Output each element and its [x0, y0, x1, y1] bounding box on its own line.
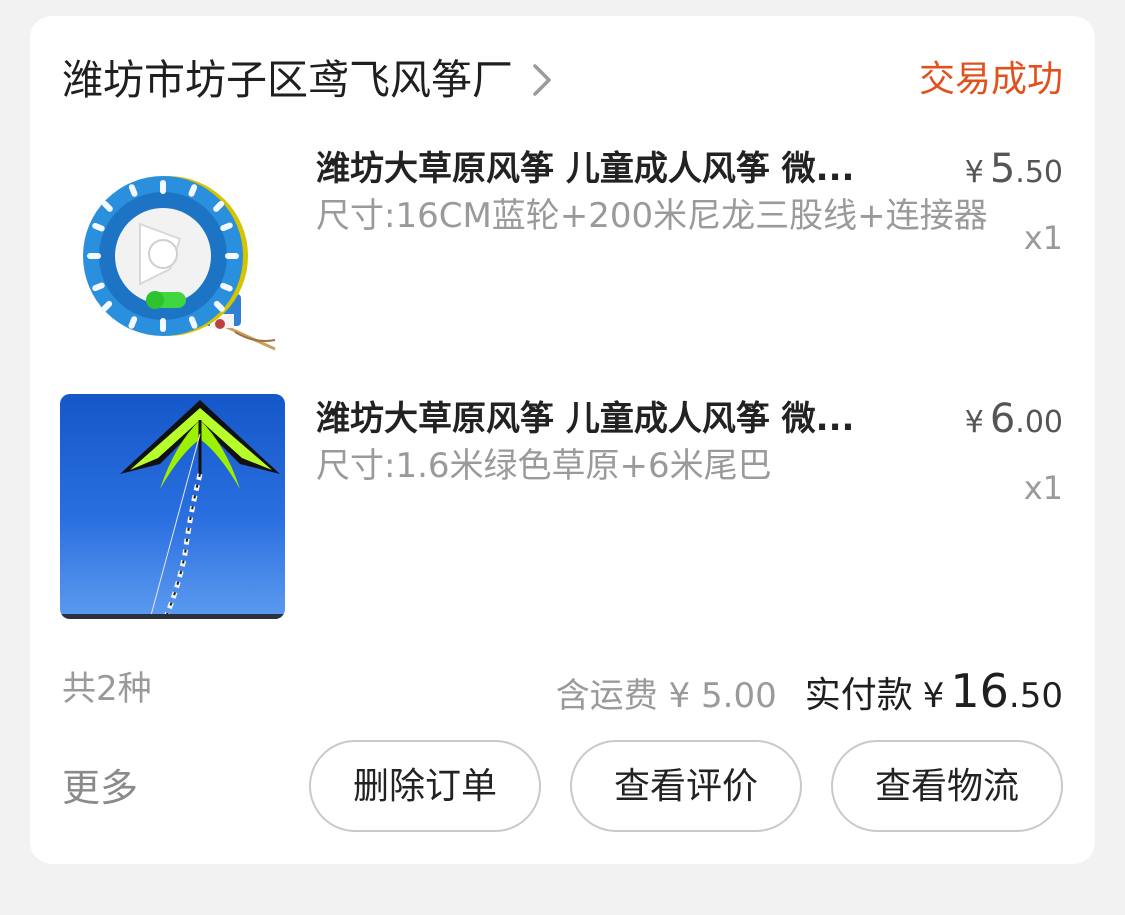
item-title: 潍坊大草原风筝 儿童成人风筝 微...: [316, 149, 855, 189]
item-spec: 尺寸:16CM蓝轮+200米尼龙三股线+连接器: [316, 196, 988, 236]
item-count: 共2种: [62, 669, 152, 709]
view-logistics-button[interactable]: 查看物流: [831, 740, 1063, 832]
order-totals: 含运费 ¥ 5.00 实付款 ¥16.50: [556, 666, 1063, 721]
price-currency: ¥: [964, 155, 984, 190]
order-card: 潍坊市坊子区鸢飞风筝厂 交易成功 潍坊大草原风筝 儿童成人风筝 微... 尺寸:…: [30, 16, 1095, 864]
order-item[interactable]: 潍坊大草原风筝 儿童成人风筝 微... 尺寸:1.6米绿色草原+6米尾巴 ¥6.…: [60, 394, 1063, 619]
price-integer: 5: [989, 146, 1016, 192]
shop-header: 潍坊市坊子区鸢飞风筝厂 交易成功: [62, 50, 1063, 110]
price-currency: ¥: [964, 405, 984, 440]
item-quantity: x1: [1023, 469, 1063, 507]
order-item[interactable]: 潍坊大草原风筝 儿童成人风筝 微... 尺寸:16CM蓝轮+200米尼龙三股线+…: [60, 144, 1063, 369]
item-title: 潍坊大草原风筝 儿童成人风筝 微...: [316, 399, 855, 439]
item-spec: 尺寸:1.6米绿色草原+6米尾巴: [316, 446, 772, 486]
shipping-fee: 含运费 ¥ 5.00: [555, 676, 777, 716]
more-button[interactable]: 更多: [62, 761, 138, 815]
delete-order-button[interactable]: 删除订单: [309, 740, 541, 832]
kite-reel-image: [60, 144, 285, 369]
kite-sky-image: [60, 394, 285, 619]
item-quantity: x1: [1023, 219, 1063, 257]
chevron-right-icon: [533, 64, 551, 96]
order-status: 交易成功: [918, 59, 1063, 100]
price-integer: 6: [989, 396, 1016, 442]
item-price: ¥5.50: [965, 144, 1063, 202]
paid-integer: 16: [950, 664, 1009, 718]
price-decimal: .50: [1015, 155, 1063, 190]
price-decimal: .00: [1015, 405, 1063, 440]
paid-decimal: .50: [1008, 676, 1063, 716]
shop-link[interactable]: 潍坊市坊子区鸢飞风筝厂: [62, 50, 553, 110]
shop-name: 潍坊市坊子区鸢飞风筝厂: [62, 56, 513, 104]
item-price: ¥6.00: [965, 394, 1063, 452]
paid-label: 实付款: [804, 675, 913, 716]
paid-currency: ¥: [922, 676, 945, 716]
view-review-button[interactable]: 查看评价: [570, 740, 802, 832]
